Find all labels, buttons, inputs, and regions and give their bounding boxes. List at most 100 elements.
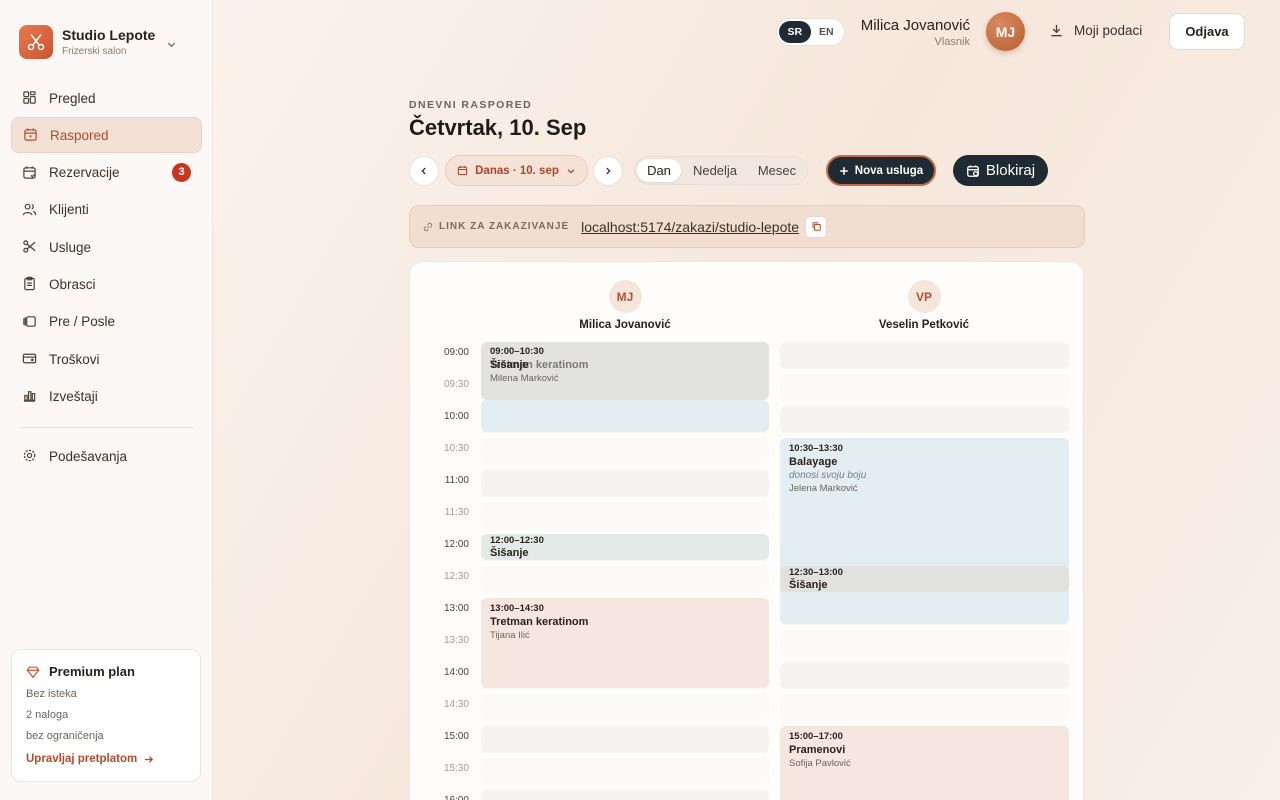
booking-link-url[interactable]: localhost:5174/zakazi/studio-lepote: [581, 219, 799, 235]
time-label: 10:30: [443, 443, 469, 454]
calendar-check-icon: [22, 165, 38, 181]
time-label: 09:30: [443, 379, 469, 390]
time-label: 11:00: [444, 475, 469, 486]
chevron-down-icon: [166, 37, 177, 55]
sidebar-item-label: Pre / Posle: [49, 314, 116, 330]
appointment-card[interactable]: 15:00–17:00 Pramenovi Sofija Pavlović: [780, 726, 1069, 800]
sidebar-item-pregled[interactable]: Pregled: [11, 80, 202, 116]
user-role: Vlasnik: [934, 36, 970, 48]
date-picker-button[interactable]: Danas · 10. sep: [445, 155, 588, 186]
empty-slot[interactable]: [481, 694, 769, 721]
link-icon: [423, 222, 433, 231]
user-name: Milica Jovanović: [860, 17, 970, 34]
time-label: 12:30: [443, 571, 469, 582]
sidebar-item-usluge[interactable]: Usluge: [11, 229, 202, 265]
sidebar-item-raspored[interactable]: Raspored: [11, 117, 202, 154]
wallet-icon: [22, 351, 38, 367]
plan-title: Premium plan: [26, 664, 186, 679]
prev-day-button[interactable]: [409, 156, 439, 186]
staff-column-header: MJ Milica Jovanović: [555, 280, 695, 331]
next-day-button[interactable]: [593, 156, 623, 186]
appointment-card[interactable]: 13:00–14:30 Tretman keratinom Tijana Ili…: [481, 598, 769, 688]
sidebar-item-rezervacije[interactable]: Rezervacije 3: [11, 155, 202, 191]
calendar-icon: [457, 166, 468, 176]
notification-badge: 3: [172, 162, 191, 182]
plan-line: Bez isteka: [26, 688, 77, 700]
language-switcher: SR EN: [776, 18, 845, 46]
time-label: 13:30: [443, 635, 469, 646]
sidebar-item-podesavanja[interactable]: Podešavanja: [11, 438, 202, 474]
empty-slot[interactable]: [780, 406, 1069, 433]
block-time-button[interactable]: Blokiraj: [953, 155, 1048, 186]
appointment-card[interactable]: 10:30–13:30 Balayage donosi svoju boju J…: [780, 438, 1069, 624]
time-label: 14:00: [443, 667, 469, 678]
appointment-card[interactable]: 09:00–10:30 Šišanje Tretman keratinom Mil…: [481, 342, 769, 400]
empty-slot[interactable]: [481, 726, 769, 753]
empty-slot[interactable]: [481, 470, 769, 497]
logout-button[interactable]: Odjava: [1169, 13, 1245, 50]
empty-slot[interactable]: [780, 630, 1069, 657]
sidebar-item-izvestaji[interactable]: Izveštaji: [11, 378, 202, 414]
appointment-card[interactable]: 12:00–12:30 Šišanje: [481, 534, 769, 560]
gallery-icon: [22, 314, 38, 330]
tab-nedelja[interactable]: Nedelja: [681, 159, 749, 182]
clipboard-icon: [22, 276, 38, 292]
users-icon: [22, 202, 38, 218]
time-label: 09:00: [443, 347, 469, 358]
gear-icon: [22, 448, 38, 464]
chevron-left-icon: [421, 167, 426, 175]
sidebar-item-klijenti[interactable]: Klijenti: [11, 192, 202, 228]
staff-name: Veselin Petković: [878, 319, 970, 331]
sidebar-item-label: Rezervacije: [49, 165, 120, 181]
scissors-icon: [22, 239, 38, 255]
tab-dan[interactable]: Dan: [637, 159, 681, 182]
manage-subscription-link[interactable]: Upravljaj pretplatom: [26, 753, 186, 765]
appointment-card[interactable]: 12:30–13:00 Šišanje: [780, 566, 1069, 592]
empty-slot[interactable]: [481, 502, 769, 529]
day-calendar: MJ Milica Jovanović VP Veselin Petković …: [409, 261, 1084, 800]
time-label: 10:00: [443, 411, 469, 422]
empty-slot[interactable]: [780, 694, 1069, 721]
empty-slot[interactable]: [780, 374, 1069, 401]
chart-icon: [22, 388, 38, 404]
chevron-right-icon: [606, 167, 611, 175]
sidebar-item-pre-posle[interactable]: Pre / Posle: [11, 304, 202, 340]
sidebar-item-label: Podešavanja: [49, 448, 128, 464]
booking-link-bar: LINK ZA ZAKAZIVANJE localhost:5174/zakaz…: [409, 205, 1085, 248]
divider: [21, 427, 193, 428]
plan-line: 2 naloga: [26, 709, 69, 721]
time-label: 14:30: [443, 699, 469, 710]
my-data-button[interactable]: Moji podaci: [1049, 23, 1142, 38]
empty-slot[interactable]: [481, 438, 769, 465]
avatar[interactable]: MJ: [986, 12, 1025, 51]
empty-slot[interactable]: [481, 758, 769, 785]
copy-link-button[interactable]: [805, 215, 828, 238]
sidebar-item-label: Izveštaji: [49, 388, 98, 404]
sidebar-item-troskovi[interactable]: Troškovi: [11, 341, 202, 377]
view-switcher: Dan Nedelja Mesec: [634, 156, 808, 185]
sidebar-item-label: Obrasci: [49, 276, 96, 292]
diamond-icon: [26, 666, 40, 678]
page-eyebrow: DNEVNI RASPORED: [409, 99, 533, 111]
time-label: 15:00: [443, 731, 469, 742]
main-nav: Pregled Raspored Rezervacije 3 Klijenti …: [11, 80, 202, 416]
sidebar-item-obrasci[interactable]: Obrasci: [11, 266, 202, 302]
lang-sr-button[interactable]: SR: [779, 21, 811, 43]
lang-en-button[interactable]: EN: [811, 21, 843, 43]
empty-slot[interactable]: [780, 342, 1069, 369]
arrow-right-icon: [145, 755, 154, 763]
appointment-card[interactable]: [481, 400, 769, 432]
calendar-block-icon: [967, 164, 979, 177]
tab-mesec[interactable]: Mesec: [749, 159, 805, 182]
staff-avatar: VP: [907, 280, 941, 313]
download-icon: [1051, 24, 1062, 37]
sidebar: Studio Lepote Frizerski salon Pregled Ra…: [0, 0, 213, 800]
brand-switcher[interactable]: Studio Lepote Frizerski salon: [19, 25, 199, 59]
empty-slot[interactable]: [481, 790, 769, 800]
user-info: Milica Jovanović Vlasnik: [861, 17, 970, 48]
chevron-down-icon: [567, 168, 575, 174]
new-service-button[interactable]: Nova usluga: [826, 155, 936, 186]
empty-slot[interactable]: [481, 566, 769, 593]
page-title: Četvrtak, 10. Sep: [409, 115, 587, 140]
empty-slot[interactable]: [780, 662, 1069, 689]
